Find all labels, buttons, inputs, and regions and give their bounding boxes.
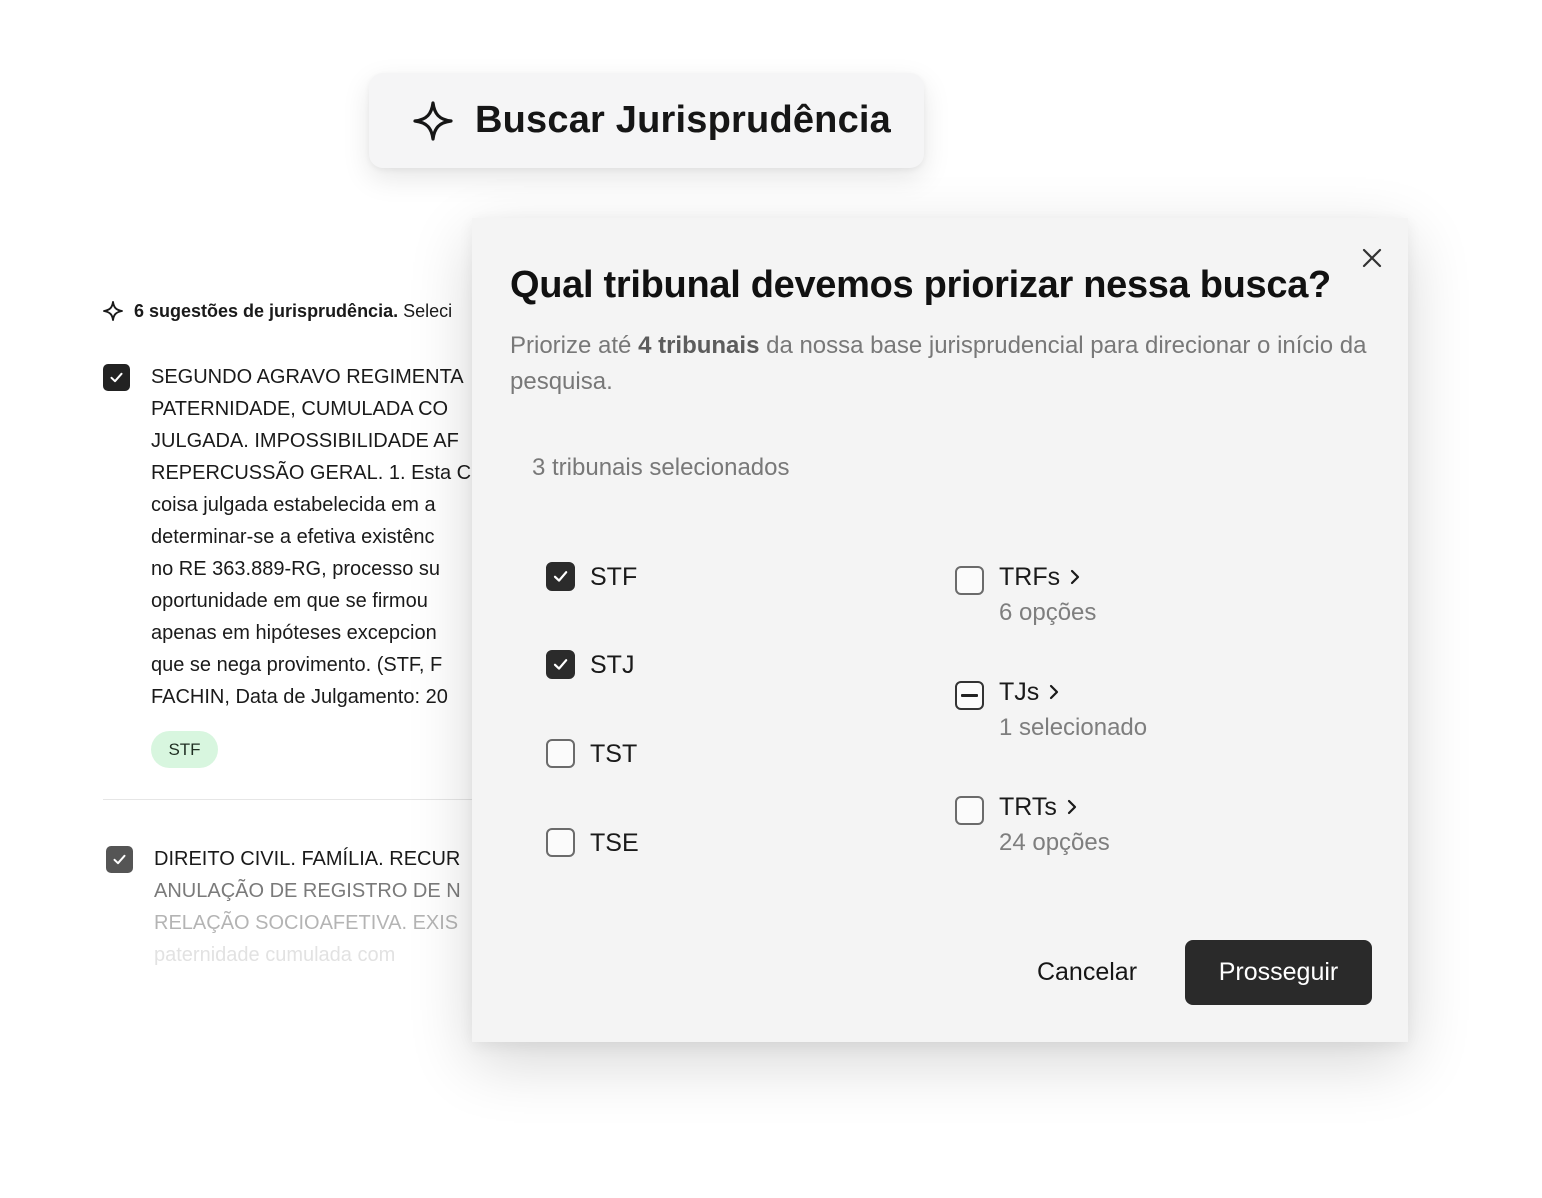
checkbox[interactable] [546,828,575,857]
option-stj[interactable]: STJ [546,650,634,680]
checkbox[interactable] [955,796,984,825]
chevron-right-icon[interactable] [1068,567,1082,587]
checkbox[interactable] [546,650,575,679]
dialog-title: Qual tribunal devemos priorizar nessa bu… [510,264,1331,306]
chevron-right-icon[interactable] [1065,797,1079,817]
suggestion-line: coisa julgada estabelecida em a [151,494,436,516]
suggestion-2-text: DIREITO CIVIL. FAMÍLIA. RECUR ANULAÇÃO D… [154,843,514,971]
suggestion-line: que se nega provimento. (STF, F [151,654,443,676]
suggestion-1-text: SEGUNDO AGRAVO REGIMENTA PATERNIDADE, CU… [151,361,511,713]
checkbox[interactable] [955,566,984,595]
option-trfs[interactable]: TRFs 6 opções [955,562,1096,628]
dash-icon [961,694,978,697]
suggestions-header: 6 sugestões de jurisprudência. Seleci [102,300,452,322]
search-jurisprudence-button[interactable]: Buscar Jurisprudência [369,73,924,168]
suggestion-line: no RE 363.889-RG, processo su [151,558,441,580]
option-stf[interactable]: STF [546,562,637,592]
suggestion-line: DIREITO CIVIL. FAMÍLIA. RECUR [154,848,461,870]
suggestion-line: RELAÇÃO SOCIOAFETIVA. EXIS [154,912,459,934]
check-icon [110,372,123,383]
option-label: STF [590,563,638,591]
desc-text: Priorize até [510,332,639,359]
option-tse[interactable]: TSE [546,828,639,858]
suggestion-line: JULGADA. IMPOSSIBILIDADE AF [151,430,459,452]
close-icon[interactable] [1360,246,1384,270]
option-name: TRTs [999,793,1057,821]
desc-highlight: 4 tribunais [638,332,760,359]
check-icon [553,571,568,582]
suggestion-line: apenas em hipóteses excepcion [151,622,437,644]
suggestions-instruction: Seleci [403,300,453,321]
option-label: TST [590,740,638,768]
suggestion-line: determinar-se a efetiva existênc [151,526,435,548]
option-subtitle: 24 opções [999,829,1110,856]
option-name: TJs [999,678,1040,706]
suggestion-line: paternidade cumulada com [154,944,396,966]
option-name: TRFs [999,563,1061,591]
option-trts[interactable]: TRTs 24 opções [955,792,1110,858]
checkbox[interactable] [546,562,575,591]
suggestion-line: FACHIN, Data de Julgamento: 20 [151,686,448,708]
suggestion-line: PATERNIDADE, CUMULADA CO [151,398,449,420]
proceed-button[interactable]: Prosseguir [1185,940,1372,1005]
suggestions-count: 6 sugestões de jurisprudência. [134,300,399,321]
court-priority-dialog: Qual tribunal devemos priorizar nessa bu… [472,218,1408,1042]
checkbox[interactable] [546,739,575,768]
checkbox-indeterminate[interactable] [955,681,984,710]
chevron-right-icon[interactable] [1047,682,1061,702]
suggestion-line: REPERCUSSÃO GERAL. 1. Esta C [151,462,472,484]
check-icon [553,659,568,670]
option-label: TRTs [999,792,1110,822]
option-subtitle: 6 opções [999,599,1097,626]
option-label: STJ [590,651,635,679]
cancel-button[interactable]: Cancelar [1024,940,1150,1004]
option-label: TSE [590,829,639,857]
check-icon [113,854,126,865]
search-jurisprudence-label: Buscar Jurisprudência [475,99,892,141]
option-label: TRFs [999,562,1096,592]
suggestion-line: oportunidade em que se firmou [151,590,428,612]
sparkle-icon [103,301,123,321]
sparkle-icon [413,100,453,141]
option-subtitle: 1 selecionado [999,714,1148,741]
selected-count: 3 tribunais selecionados [532,454,790,481]
court-tag-stf: STF [151,731,218,768]
option-label: TJs [999,677,1147,707]
option-tjs[interactable]: TJs 1 selecionado [955,677,1147,743]
suggestion-2-checkbox[interactable] [106,846,133,873]
suggestion-line: ANULAÇÃO DE REGISTRO DE N [154,880,461,902]
dialog-description: Priorize até 4 tribunais da nossa base j… [510,328,1380,400]
option-tst[interactable]: TST [546,739,637,769]
suggestion-1-checkbox[interactable] [103,364,130,391]
suggestion-divider [103,799,483,800]
suggestion-line: SEGUNDO AGRAVO REGIMENTA [151,366,464,388]
